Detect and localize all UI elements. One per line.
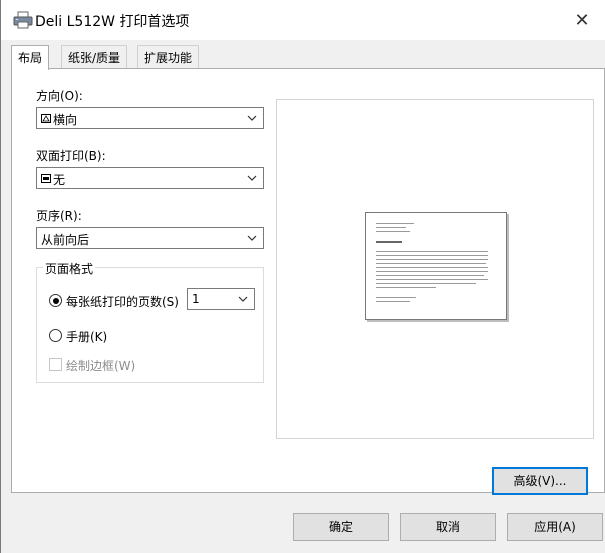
pages-per-sheet-value: 1 xyxy=(192,292,200,306)
draw-borders-label: 绘制边框(W) xyxy=(66,359,136,373)
booklet-label[interactable]: 手册(K) xyxy=(66,328,107,345)
duplex-select[interactable]: 无 xyxy=(36,167,264,189)
title-bar: Deli L512W 打印首选项 ✕ xyxy=(1,0,605,40)
pages-per-sheet-label[interactable]: 每张纸打印的页数(S) xyxy=(66,293,179,310)
duplex-value: 无 xyxy=(41,171,65,188)
landscape-page-icon xyxy=(41,114,51,123)
apply-button[interactable]: 应用(A) xyxy=(507,513,603,541)
chevron-down-icon xyxy=(238,296,248,302)
close-button[interactable]: ✕ xyxy=(559,0,605,40)
page-format-group: 页面格式 每张纸打印的页数(S) 1 手册(K) 绘制边框(W) xyxy=(36,260,264,383)
layout-tab-panel: 方向(O): 横向 双面打印(B): 无 页序(R): 从前向后 页面格式 每张… xyxy=(11,68,605,495)
page-order-select[interactable]: 从前向后 xyxy=(36,227,264,249)
orientation-value: 横向 xyxy=(41,111,77,128)
tab-paper-quality[interactable]: 纸张/质量 xyxy=(61,45,128,69)
printer-icon xyxy=(13,11,33,29)
cancel-button[interactable]: 取消 xyxy=(400,513,496,541)
ok-button[interactable]: 确定 xyxy=(293,513,389,541)
tab-extended-features[interactable]: 扩展功能 xyxy=(137,45,200,69)
close-icon: ✕ xyxy=(574,9,590,31)
chevron-down-icon xyxy=(247,115,257,121)
booklet-radio[interactable] xyxy=(49,329,62,342)
pages-per-sheet-select[interactable]: 1 xyxy=(187,288,255,310)
window-title: Deli L512W 打印首选项 xyxy=(35,14,190,30)
orientation-label: 方向(O): xyxy=(36,89,83,103)
page-format-title: 页面格式 xyxy=(43,260,96,277)
tab-layout[interactable]: 布局 xyxy=(11,45,50,70)
print-preferences-window: Deli L512W 打印首选项 ✕ 布局 纸张/质量 扩展功能 方向(O): … xyxy=(0,0,605,553)
chevron-down-icon xyxy=(247,175,257,181)
advanced-button[interactable]: 高级(V)... xyxy=(492,467,588,495)
orientation-select[interactable]: 横向 xyxy=(36,107,264,129)
page-order-value: 从前向后 xyxy=(41,233,90,247)
paper-preview-icon xyxy=(365,212,507,320)
page-order-label: 页序(R): xyxy=(36,209,82,223)
pages-per-sheet-radio[interactable] xyxy=(49,294,62,307)
chevron-down-icon xyxy=(247,235,257,241)
layout-preview xyxy=(276,99,594,439)
duplex-none-icon xyxy=(41,174,51,183)
draw-borders-checkbox[interactable] xyxy=(49,358,62,371)
duplex-label: 双面打印(B): xyxy=(36,149,106,163)
